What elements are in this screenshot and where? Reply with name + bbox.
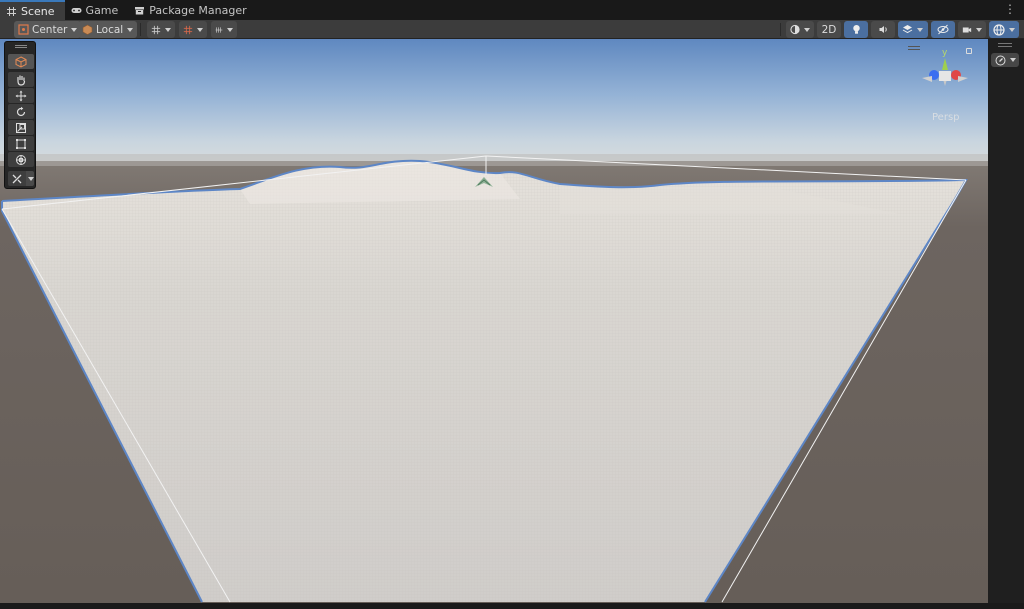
shading-mode-icon: [790, 24, 800, 35]
gizmo-menu-icon[interactable]: [908, 46, 920, 50]
hand-icon: [17, 75, 26, 86]
tab-package-manager[interactable]: Package Manager: [128, 0, 256, 20]
chevron-down-icon: [976, 27, 982, 32]
move-tool-button[interactable]: [8, 88, 34, 103]
tools-overlay: [4, 41, 36, 189]
grid-snap-icon: [151, 25, 161, 34]
orientation-gizmo[interactable]: y Persp: [908, 42, 982, 132]
chevron-down-icon: [917, 27, 923, 32]
tab-scene[interactable]: Scene: [0, 0, 65, 20]
drag-handle-icon[interactable]: [998, 43, 1012, 47]
tab-bar: Scene Game Package Manager ⋮: [0, 0, 1024, 20]
grid-icon: [6, 6, 17, 17]
toggle-2d-button[interactable]: 2D: [817, 21, 841, 38]
transform-all-icon: [16, 154, 26, 165]
rect-transform-icon: [16, 138, 26, 149]
window-bottom-edge: [0, 603, 1024, 609]
tab-package-manager-label: Package Manager: [149, 3, 247, 17]
layers-icon: [902, 25, 913, 34]
audio-icon: [879, 26, 887, 33]
compass-icon: [995, 55, 1005, 65]
view-tool-button[interactable]: [8, 54, 34, 69]
chevron-down-icon: [1009, 58, 1016, 62]
sky: [0, 39, 988, 164]
axis-y-label: y: [942, 48, 948, 58]
scale-tool-button[interactable]: [8, 120, 34, 135]
hidden-eye-icon: [937, 24, 949, 35]
overlay-side-strip: [988, 39, 1024, 603]
tab-game-label: Game: [85, 3, 119, 17]
wrench-icon: [12, 174, 22, 183]
increment-snap-icon: [215, 26, 223, 33]
scene-viewport[interactable]: [0, 39, 988, 603]
snap-settings-dropdown[interactable]: [211, 21, 237, 38]
chevron-down-icon: [1009, 27, 1015, 32]
rotate-tool-button[interactable]: [8, 104, 34, 119]
unity-scene-window: Scene Game Package Manager ⋮ Center Loca…: [0, 0, 1024, 609]
pivot-position-dropdown[interactable]: Center: [14, 21, 82, 38]
transform-tool-button[interactable]: [8, 152, 34, 167]
move-arrows-icon: [15, 90, 27, 101]
drag-handle-icon[interactable]: [15, 45, 27, 48]
cube-icon: [15, 55, 27, 68]
scale-icon: [16, 122, 26, 133]
scene-render: [0, 39, 988, 603]
chevron-down-icon: [71, 27, 78, 32]
toolbar-divider: [780, 23, 781, 36]
pivot-center-icon: [18, 24, 29, 35]
camera-icon: [962, 27, 972, 32]
light-bulb-icon: [852, 25, 860, 34]
rotate-icon: [16, 106, 26, 116]
chevron-down-icon: [227, 27, 233, 32]
package-icon: [134, 5, 145, 16]
hand-tool-button[interactable]: [8, 72, 34, 87]
snap-increment-toggle[interactable]: [179, 21, 207, 38]
orientation-tool-dropdown[interactable]: [991, 53, 1019, 67]
effects-dropdown[interactable]: [898, 21, 928, 38]
gamepad-icon: [71, 5, 82, 16]
chevron-down-icon: [27, 176, 34, 181]
window-menu-icon[interactable]: ⋮: [1004, 3, 1016, 15]
draw-mode-dropdown[interactable]: [786, 21, 814, 38]
chevron-down-icon: [127, 27, 134, 32]
custom-tool-button[interactable]: [8, 171, 26, 186]
custom-tools-dropdown[interactable]: [8, 171, 34, 186]
scene-visibility-toggle[interactable]: [931, 21, 955, 38]
local-space-icon: [82, 24, 93, 35]
snap-icon: [183, 25, 193, 34]
tab-game[interactable]: Game: [65, 0, 129, 20]
pivot-rotation-label: Local: [96, 23, 124, 36]
tab-scene-label: Scene: [21, 4, 55, 18]
chevron-down-icon: [804, 27, 810, 32]
camera-settings-dropdown[interactable]: [958, 21, 986, 38]
chevron-down-icon: [165, 27, 171, 32]
lock-icon[interactable]: [966, 48, 972, 54]
rect-tool-button[interactable]: [8, 136, 34, 151]
chevron-down-icon: [197, 27, 203, 32]
scene-lighting-toggle[interactable]: [844, 21, 868, 38]
audio-toggle[interactable]: [871, 21, 895, 38]
gizmo-globe-icon: [993, 23, 1005, 36]
grid-visibility-toggle[interactable]: [147, 21, 175, 38]
gizmos-dropdown[interactable]: [989, 21, 1019, 38]
toggle-2d-label: 2D: [821, 23, 837, 36]
toolbar-divider: [140, 23, 141, 36]
projection-label[interactable]: Persp: [932, 112, 960, 123]
pivot-position-label: Center: [32, 23, 68, 36]
scene-toolbar: Center Local 2D: [0, 20, 1024, 39]
pivot-rotation-dropdown[interactable]: Local: [78, 21, 138, 38]
